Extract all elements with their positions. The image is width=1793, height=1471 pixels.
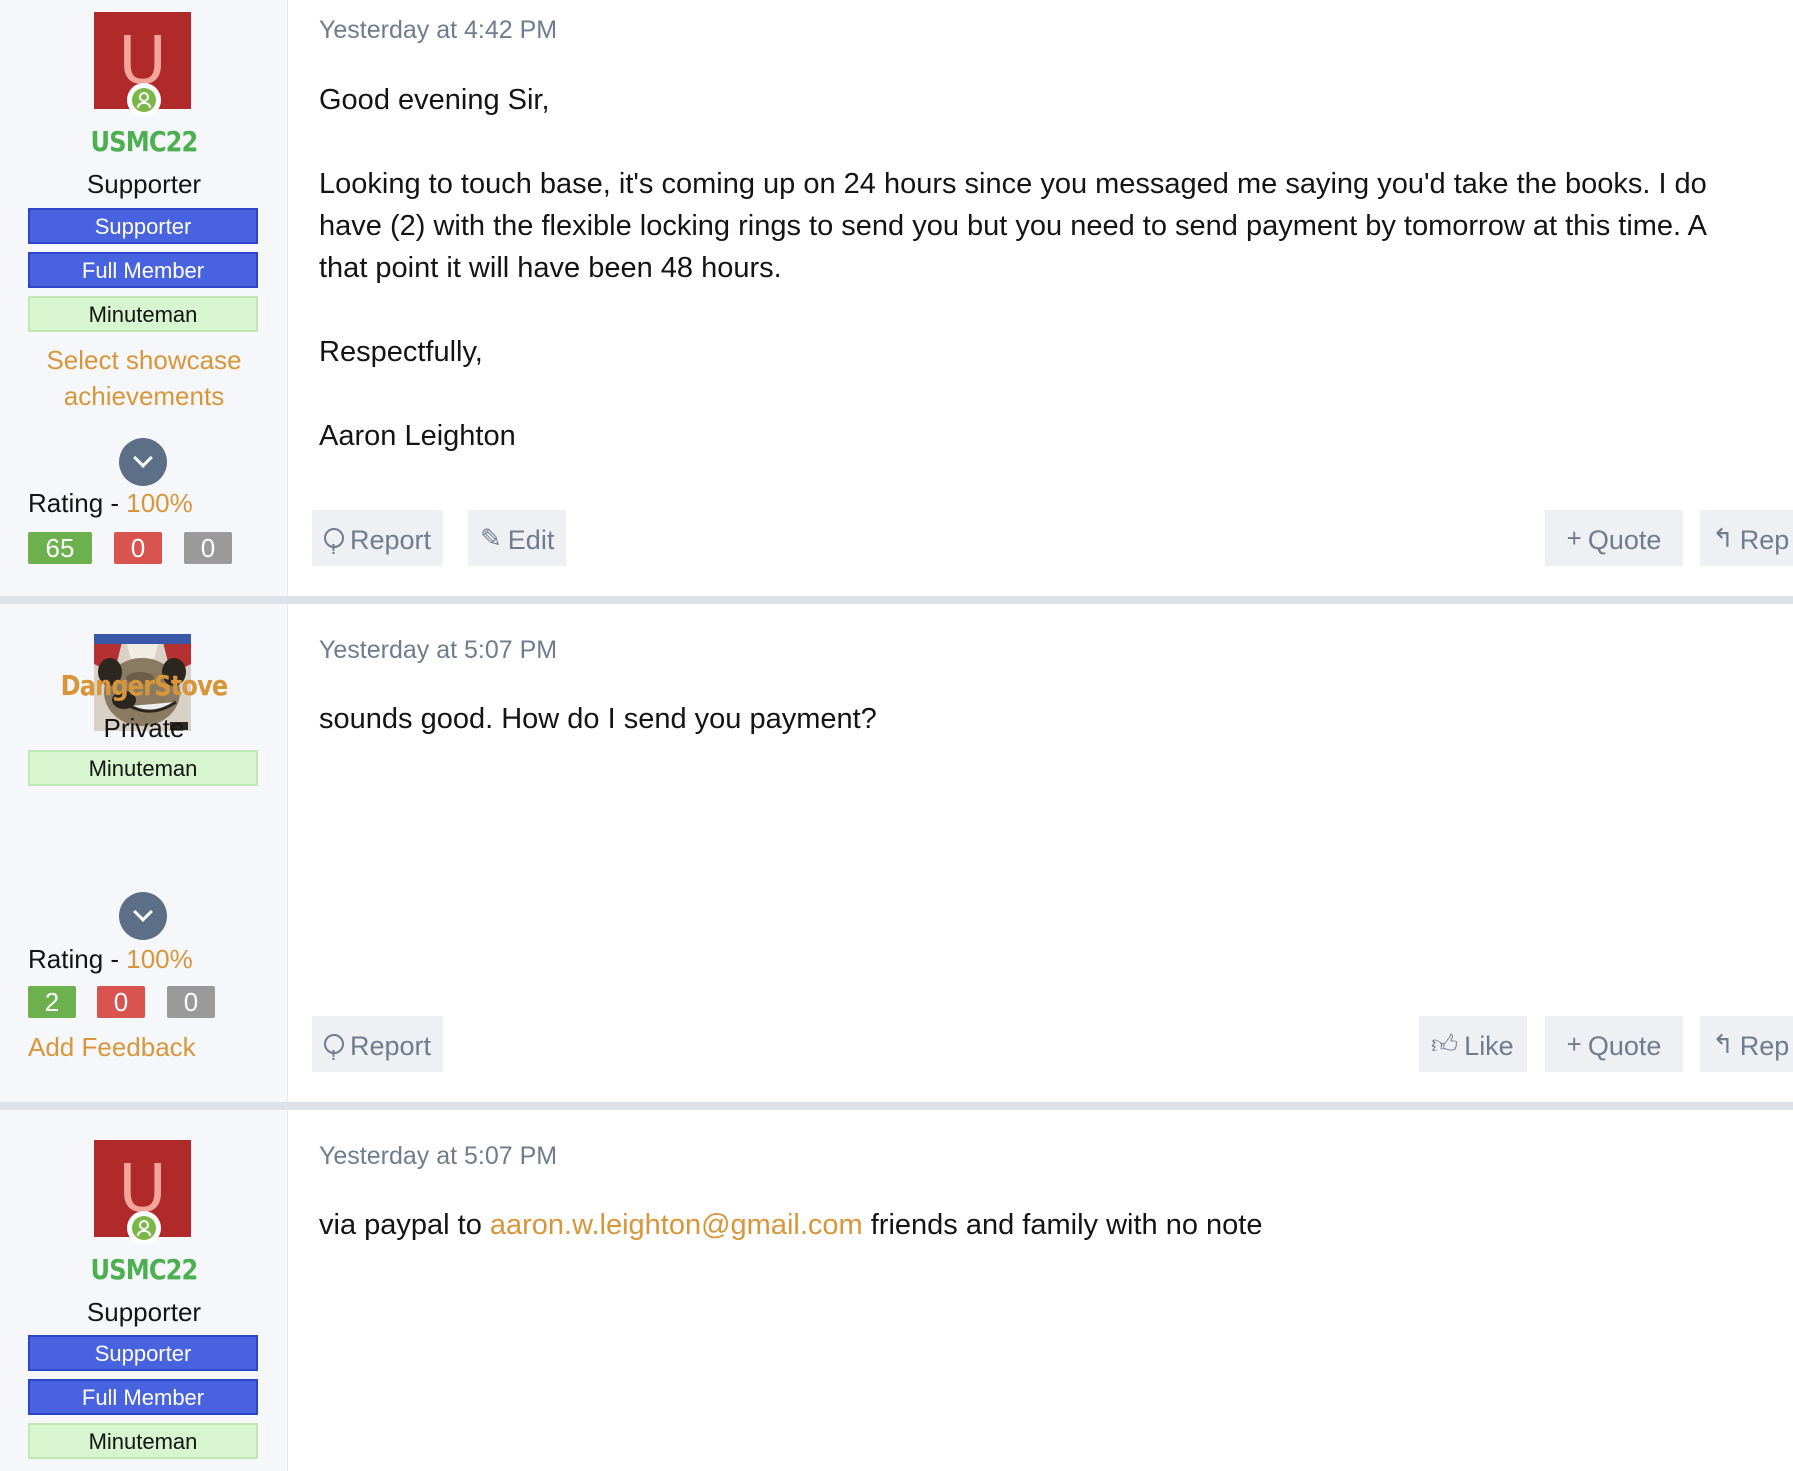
quote-button[interactable]: + Quote	[1545, 510, 1683, 566]
quote-label: Quote	[1587, 524, 1662, 555]
message-text: via paypal to	[319, 1209, 490, 1241]
rating-label: Rating -	[28, 488, 127, 518]
quote-button[interactable]: + Quote	[1545, 1016, 1683, 1072]
neutral-feedback-count[interactable]: 0	[167, 986, 215, 1018]
report-label: Report	[350, 1030, 432, 1061]
message-body: via paypal to aaron.w.leighton@gmail.com…	[319, 1204, 1793, 1246]
edit-label: Edit	[507, 524, 555, 555]
user-banner-minuteman: Minuteman	[28, 1423, 258, 1459]
like-label: Like	[1464, 1030, 1514, 1061]
rating: Rating - 100%	[28, 488, 193, 519]
message-body: Good evening Sir, Looking to touch base,…	[319, 79, 1793, 457]
quote-label: Quote	[1587, 1030, 1662, 1061]
user-banner-supporter: Supporter	[28, 1335, 258, 1371]
select-showcase-link[interactable]: Select showcase achievements	[0, 342, 288, 414]
post-date[interactable]: Yesterday at 5:07 PM	[319, 636, 557, 665]
message-line: that point it will have been 48 hours.	[319, 252, 782, 284]
reply-label: Rep	[1739, 1030, 1790, 1061]
online-status-icon	[127, 1211, 161, 1245]
message-body: sounds good. How do I send you payment?	[319, 698, 1793, 740]
post-date[interactable]: Yesterday at 4:42 PM	[319, 16, 557, 45]
report-icon	[324, 522, 344, 578]
reply-icon: ↰	[1712, 522, 1734, 553]
negative-feedback-count[interactable]: 0	[114, 532, 162, 564]
user-banner-full-member: Full Member	[28, 252, 258, 288]
pencil-icon: ✎	[480, 522, 502, 553]
report-icon	[324, 1028, 344, 1084]
user-banner-supporter: Supporter	[28, 208, 258, 244]
user-banner-full-member: Full Member	[28, 1379, 258, 1415]
email-link[interactable]: aaron.w.leighton@gmail.com	[490, 1209, 863, 1241]
message-cell: Yesterday at 5:07 PM sounds good. How do…	[288, 604, 1793, 1102]
showcase-line: achievements	[63, 381, 225, 411]
user-title: Supporter	[86, 1297, 202, 1327]
rating: Rating - 100%	[28, 944, 193, 975]
message-line: have (2) with the flexible locking rings…	[319, 210, 1707, 242]
rating-label: Rating -	[28, 944, 127, 974]
add-feedback-link[interactable]: Add Feedback	[28, 1032, 196, 1063]
username[interactable]: USMC22	[20, 125, 268, 158]
like-button[interactable]: 👍︎ Like	[1419, 1016, 1527, 1072]
user-cell: U USMC22 Supporter Supporter Full Member…	[0, 1110, 288, 1471]
chevron-down-icon[interactable]	[119, 438, 167, 486]
reply-label: Rep	[1739, 524, 1790, 555]
message-line: via paypal to aaron.w.leighton@gmail.com…	[319, 1204, 1793, 1246]
message-cell: Yesterday at 4:42 PM Good evening Sir, L…	[288, 0, 1793, 596]
username[interactable]: USMC22	[20, 1253, 268, 1286]
reply-icon: ↰	[1712, 1028, 1734, 1059]
report-button[interactable]: Report	[312, 510, 444, 578]
thread: U USMC22 Supporter Supporter Full Member…	[0, 0, 1793, 1471]
post: DangerStove Private Minuteman Rating - 1…	[0, 604, 1793, 1102]
user-banner-minuteman: Minuteman	[28, 750, 258, 786]
positive-feedback-count[interactable]: 65	[28, 532, 92, 564]
user-title: Private	[103, 713, 185, 743]
plus-icon: +	[1566, 522, 1582, 553]
post-divider	[0, 1102, 1793, 1110]
post-divider	[0, 596, 1793, 604]
message-line: Looking to touch base, it's coming up on…	[319, 168, 1707, 200]
positive-feedback-count[interactable]: 2	[28, 986, 76, 1018]
user-title: Supporter	[86, 169, 202, 199]
neutral-feedback-count[interactable]: 0	[184, 532, 232, 564]
report-button[interactable]: Report	[312, 1016, 444, 1084]
user-banner-minuteman: Minuteman	[28, 296, 258, 332]
plus-icon: +	[1566, 1028, 1582, 1059]
post: U USMC22 Supporter Supporter Full Member…	[0, 0, 1793, 596]
post: U USMC22 Supporter Supporter Full Member…	[0, 1110, 1793, 1471]
edit-button[interactable]: ✎ Edit	[468, 510, 567, 566]
rating-value: 100%	[126, 488, 193, 518]
message-line: Respectfully,	[319, 336, 483, 368]
chevron-down-icon[interactable]	[119, 892, 167, 940]
message-line: Aaron Leighton	[319, 420, 516, 452]
message-cell: Yesterday at 5:07 PM via paypal to aaron…	[288, 1110, 1793, 1471]
thumbs-up-icon: 👍︎	[1431, 1028, 1459, 1059]
message-text: friends and family with no note	[862, 1209, 1263, 1241]
user-cell: DangerStove Private Minuteman Rating - 1…	[0, 604, 288, 1102]
report-label: Report	[350, 524, 432, 555]
reply-button[interactable]: ↰ Rep	[1700, 510, 1793, 566]
reply-button[interactable]: ↰ Rep	[1700, 1016, 1793, 1072]
rating-value: 100%	[126, 944, 193, 974]
post-date[interactable]: Yesterday at 5:07 PM	[319, 1142, 557, 1171]
username[interactable]: DangerStove	[20, 669, 268, 702]
online-status-icon	[127, 83, 161, 117]
user-cell: U USMC22 Supporter Supporter Full Member…	[0, 0, 288, 596]
message-line: Good evening Sir,	[319, 84, 550, 116]
negative-feedback-count[interactable]: 0	[97, 986, 145, 1018]
message-line: sounds good. How do I send you payment?	[319, 703, 877, 735]
showcase-line: Select showcase	[46, 345, 242, 375]
